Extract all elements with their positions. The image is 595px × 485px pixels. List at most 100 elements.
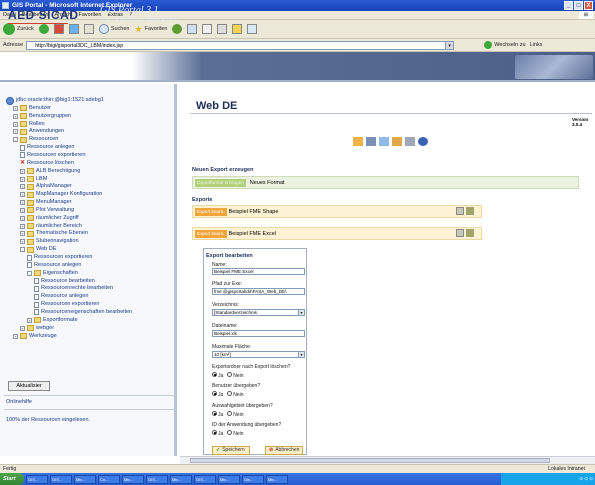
expand-icon[interactable]: + [20,239,25,245]
expand-icon[interactable]: + [20,223,25,229]
collapse-icon[interactable]: - [20,247,25,253]
tree-item[interactable]: jdbc:oracle:thin:@big1:1521:sdebg1 [6,96,104,105]
horizontal-scrollbar[interactable] [180,456,595,464]
tree-item[interactable]: + webger [20,325,54,332]
card-icon[interactable] [392,137,402,146]
tree-item[interactable]: + MapManager Konfiguration [20,191,102,198]
favorites-button[interactable]: ★ Favoriten [134,24,167,35]
edit-icon[interactable] [456,207,464,215]
tree-item[interactable]: ✕ Ressource löschen [20,160,74,167]
back-button[interactable]: Zurück [3,23,34,35]
expand-icon[interactable]: + [20,215,25,221]
search-button[interactable]: Suchen [98,24,129,34]
tree-item[interactable]: Ressource anlegen [34,293,88,300]
tree-item[interactable]: Ressourcen exportieren [20,152,85,159]
menu-favorites[interactable]: Favoriten [79,11,102,19]
mail-icon[interactable] [202,24,213,34]
tree-item[interactable]: Ressourcen exportieren [27,254,92,261]
tree-item[interactable]: + Anwendungen [13,128,64,135]
exe-path-input[interactable]: fme @gisportal/dir\FASA_Web_DE\ [212,288,305,295]
refresh-icon[interactable] [68,24,79,34]
radio-yes[interactable]: Ja [212,372,223,379]
expand-icon[interactable]: + [20,325,25,331]
refresh-button[interactable]: Aktualisier [8,381,50,391]
media-icon[interactable] [172,24,183,34]
folder-tree-icon[interactable] [366,137,376,146]
taskbar-item[interactable]: GIS... [50,474,72,484]
expand-icon[interactable]: + [20,200,25,206]
tree-item[interactable]: - Web DE [20,246,56,253]
close-button[interactable]: X [584,1,593,10]
expand-icon[interactable]: + [20,168,25,174]
cancel-button[interactable]: ⊘ Abbrechen [265,446,303,455]
expand-icon[interactable]: + [13,113,18,119]
home-icon[interactable] [83,24,94,34]
stop-icon[interactable] [53,24,64,34]
document-icon[interactable] [353,137,363,146]
scrollbar-thumb[interactable] [190,458,550,463]
expand-icon[interactable]: + [13,129,18,135]
grid-icon[interactable] [379,137,389,146]
minimize-button[interactable]: _ [564,1,573,10]
tree-item[interactable]: + räumlicher Bereich [20,223,82,230]
go-button[interactable]: Wechseln zu [484,41,526,49]
expand-icon[interactable]: + [27,317,32,323]
radio-yes[interactable]: Ja [212,391,223,398]
expand-icon[interactable]: + [13,333,18,339]
history-icon[interactable] [187,24,198,34]
tree-item[interactable]: + Benutzergruppen [13,113,71,120]
edit-export-button[interactable]: Export bearb. [195,207,227,216]
radio-yes[interactable]: Ja [212,411,223,418]
tree-item[interactable]: Ressource anlegen [27,262,81,269]
address-input[interactable]: http://bigi/gisportal3DC_LBM/index.jsp [26,40,447,50]
expand-icon[interactable]: + [13,121,18,127]
tree-item[interactable]: + Plot Verwaltung [20,207,74,214]
address-dropdown-icon[interactable]: ▾ [446,40,455,50]
info-icon[interactable] [418,137,428,146]
tree-item[interactable]: - Eigenschaften [27,270,78,277]
tree-item[interactable]: + ALB Berechtigung [20,168,80,175]
taskbar-item[interactable]: Mic... [122,474,144,484]
taskbar-item[interactable]: Co... [98,474,120,484]
tree-item[interactable]: + Thematische Ebenen [20,230,88,237]
expand-icon[interactable]: + [20,207,25,213]
tree-item[interactable]: + Werkzeuge [13,333,57,340]
discuss-icon[interactable] [247,24,258,34]
name-input[interactable]: Beispiel FME Excel [212,268,305,275]
maximize-button[interactable]: □ [574,1,583,10]
tree-item[interactable]: Ressource anlegen [20,144,74,151]
links-label[interactable]: Links [530,42,543,48]
new-export-button[interactable]: Exportformat erzeugen [195,178,246,187]
expand-icon[interactable]: + [20,176,25,182]
edit-icon[interactable] [232,24,243,34]
max-area-select[interactable]: 10 [km²] ▾ [212,351,305,358]
tree-item[interactable]: + AlphaManager [20,183,72,190]
tree-item[interactable]: + Benutzer [13,105,51,112]
radio-yes[interactable]: Ja [212,430,223,437]
filename-input[interactable]: Beispiel.xls [212,330,305,337]
start-button[interactable]: Start [0,473,24,485]
tree-item[interactable]: Ressourcen exportieren [34,301,99,308]
expand-icon[interactable]: + [20,192,25,198]
radio-no[interactable]: Nein [227,411,244,418]
tree-item[interactable]: + Stubennavigation [20,238,79,245]
taskbar-item[interactable]: GIS... [194,474,216,484]
edit-icon[interactable] [456,229,464,237]
online-help-link[interactable]: Onlinehilfe [6,399,32,405]
tree-item[interactable]: + LBM [20,176,47,183]
tree-item[interactable]: Ressource bearbeiten [34,278,95,285]
tree-item[interactable]: - Ressourcen [13,136,58,143]
tree-item[interactable]: Ressourcenrechte bearbeiten [34,285,113,292]
expand-icon[interactable]: + [20,184,25,190]
tools-icon[interactable] [405,137,415,146]
radio-no[interactable]: Nein [227,372,244,379]
tree-item[interactable]: + Rollen [13,121,45,128]
taskbar-item[interactable]: Mic... [74,474,96,484]
radio-no[interactable]: Nein [227,430,244,437]
delete-icon[interactable] [466,207,474,215]
collapse-icon[interactable]: - [13,137,18,143]
tree-item[interactable]: + MenuManager [20,199,71,206]
tree-item[interactable]: + Exportformate [27,317,78,324]
tree-item[interactable]: + räumlicher Zugriff [20,215,79,222]
taskbar-item[interactable]: Mic... [218,474,240,484]
